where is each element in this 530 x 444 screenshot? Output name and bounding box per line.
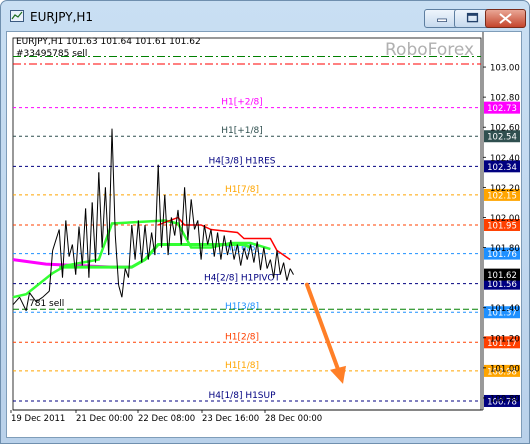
price-bar	[104, 187, 110, 256]
price-bar	[52, 229, 60, 251]
level-name-10: H4[1/8] H1SUP	[208, 391, 276, 401]
y-tick-label-10: 101.00	[490, 364, 520, 374]
close-icon	[499, 13, 512, 24]
x-tick-label-1: 21 Dec 00:00	[76, 414, 133, 424]
price-bar	[121, 268, 126, 298]
price-bar	[78, 226, 83, 266]
price-bar	[167, 217, 172, 256]
price-bar	[286, 268, 291, 281]
x-tick-label-4: 28 Dec 00:00	[265, 414, 322, 424]
y-tick-label-8: 101.40	[490, 304, 520, 314]
price-bar	[289, 268, 294, 275]
level-name-3: H1[7/8]	[225, 185, 259, 195]
price-bar	[12, 296, 20, 306]
price-bar	[137, 220, 143, 263]
current-price-label: 101.62	[487, 271, 517, 281]
forecast-arrow-shaft	[305, 282, 341, 374]
price-bar	[207, 229, 212, 245]
order-ticket-label: #33495785 sell	[16, 49, 88, 59]
y-tick-label-5: 102.00	[490, 214, 520, 224]
price-bar	[144, 224, 149, 260]
chart-app-icon	[10, 10, 24, 22]
y-tick-label-9: 101.20	[490, 334, 520, 344]
level-name-9: H1[1/8]	[225, 361, 259, 371]
price-chart[interactable]: H1[+2/8] 102.73 H1[+1/8] 102.54 H4[3/8] H1RE…	[7, 32, 521, 437]
level-price-label-6: 101.56	[487, 280, 517, 290]
price-bar	[48, 250, 54, 292]
price-bar	[124, 268, 129, 278]
price-bar	[131, 224, 136, 260]
y-tick-label-6: 101.80	[490, 244, 520, 254]
y-tick-label-3: 102.40	[490, 154, 520, 164]
window-title: EURJPY,H1	[30, 10, 94, 24]
price-bar	[111, 128, 116, 236]
level-price-label-1: 102.54	[487, 133, 517, 143]
price-bar	[128, 224, 133, 278]
price-bar	[157, 164, 162, 248]
price-bar	[95, 172, 100, 263]
chart-window: EURJPY,H1 H1[+2/8] 102.73 H1[+1/8] 102.54 H4…	[0, 0, 530, 444]
price-bar	[118, 285, 123, 298]
level-name-7: H1[3/8]	[225, 302, 259, 312]
price-bar	[260, 247, 265, 271]
level-price-label-0: 102.73	[487, 104, 517, 114]
price-bar	[101, 187, 106, 248]
level-name-0: H1[+2/8]	[221, 98, 263, 108]
chart-area[interactable]: H1[+2/8] 102.73 H1[+1/8] 102.54 H4[3/8] H1RE…	[6, 31, 522, 438]
y-tick-label-11: 100.80	[490, 394, 520, 404]
level-name-1: H1[+1/8]	[221, 126, 263, 136]
price-bar	[263, 247, 268, 269]
price-bar	[154, 164, 159, 256]
plot-border	[12, 37, 482, 411]
y-tick-label-2: 102.60	[490, 124, 520, 134]
price-bar	[98, 172, 103, 248]
x-tick-label-2: 22 Dec 08:00	[138, 414, 195, 424]
price-bar	[141, 224, 146, 263]
price-bar	[108, 128, 113, 256]
order-line-label: 781 sell	[29, 299, 64, 309]
price-bar	[276, 250, 281, 275]
price-bar	[279, 262, 285, 275]
chart-symbol-ohlc: EURJPY,H1 101.63 101.64 101.61 101.62	[16, 37, 201, 47]
price-bar	[210, 229, 215, 257]
price-bar	[65, 220, 70, 257]
y-tick-label-1: 102.80	[490, 94, 520, 104]
level-name-8: H1[2/8]	[225, 332, 259, 342]
close-button[interactable]	[485, 9, 526, 28]
price-bar	[170, 217, 176, 236]
price-bar	[42, 290, 50, 298]
price-bar	[71, 244, 77, 275]
price-bar	[62, 220, 67, 278]
price-bar	[114, 235, 120, 286]
y-tick-label-0: 103.00	[490, 64, 520, 74]
x-tick-label-0: 19 Dec 2011	[11, 414, 65, 424]
price-bar	[266, 259, 271, 269]
price-bar	[200, 224, 205, 260]
level-price-label-2: 102.34	[487, 163, 517, 173]
price-bar	[68, 244, 73, 257]
broker-watermark: RoboForex	[385, 40, 475, 60]
price-bar	[19, 296, 27, 311]
level-name-2: H4[3/8] H1RES	[208, 156, 275, 166]
title-bar[interactable]: EURJPY,H1	[1, 1, 529, 31]
price-bar	[81, 208, 87, 266]
price-bar	[134, 220, 139, 260]
price-bar	[187, 199, 192, 241]
price-bar	[283, 262, 288, 281]
x-tick-label-3: 23 Dec 16:00	[202, 414, 259, 424]
level-name-6: H4[2/8] H1PIVOT	[204, 274, 281, 284]
y-tick-label-4: 102.20	[490, 184, 520, 194]
forecast-arrow-head	[330, 365, 346, 384]
price-bar	[220, 235, 225, 260]
